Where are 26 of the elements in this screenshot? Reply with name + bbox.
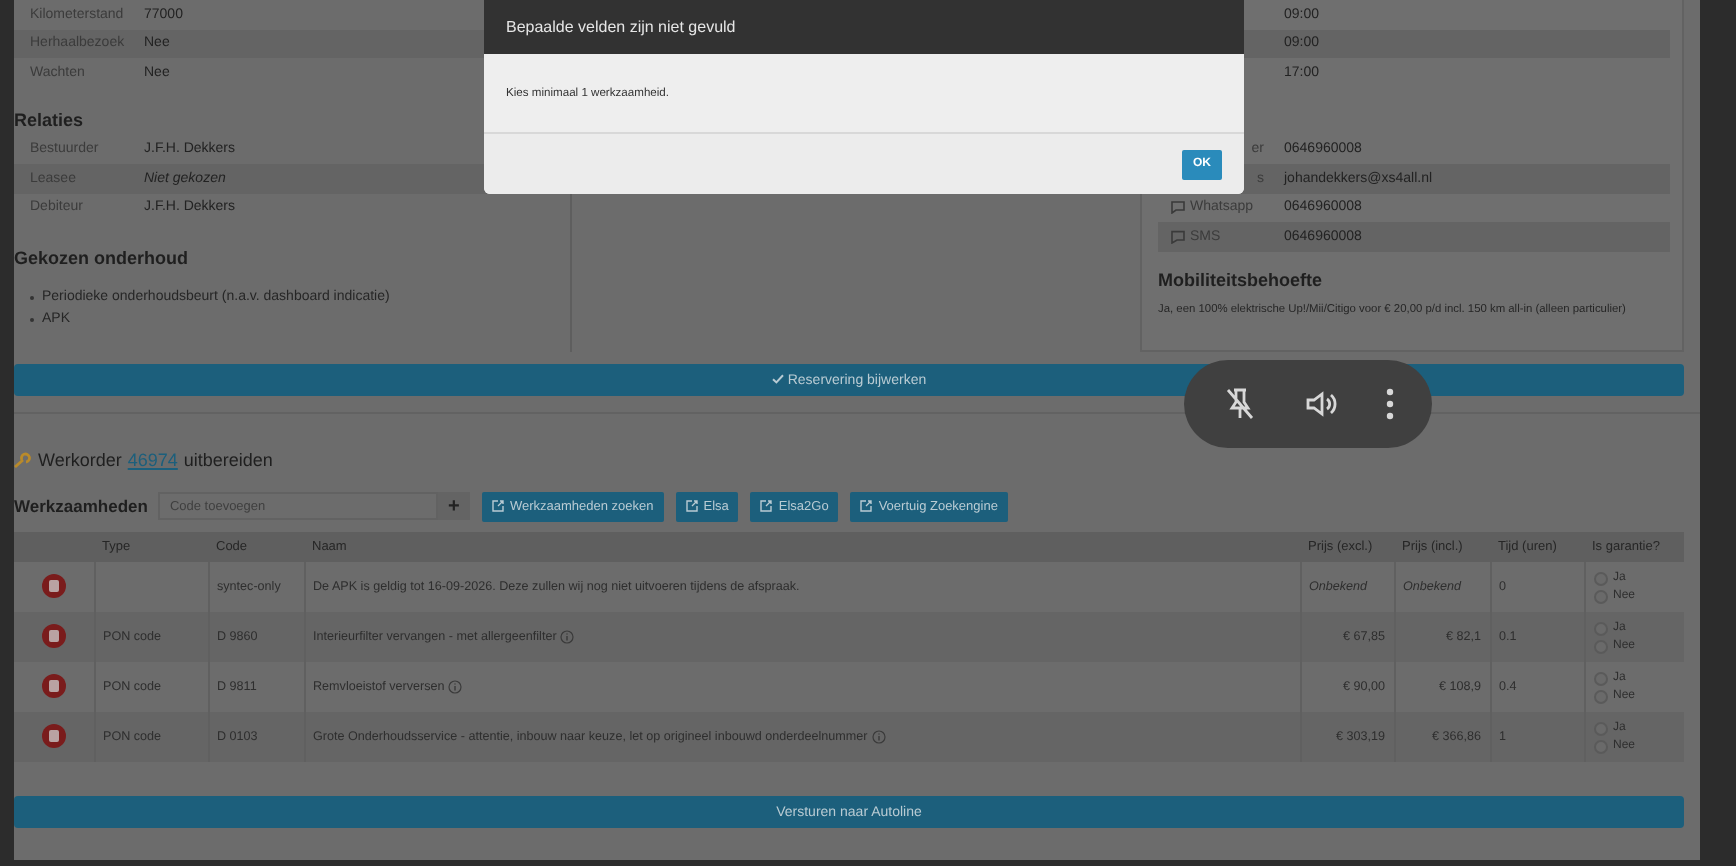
delete-button[interactable]	[41, 623, 66, 647]
more-options-icon[interactable]	[1385, 388, 1394, 420]
section-heading: Mobiliteitsbehoefte	[1158, 269, 1323, 289]
info-icon[interactable]	[448, 680, 463, 694]
check-icon	[771, 373, 784, 383]
external-link-icon	[760, 500, 773, 512]
chat-icon	[1170, 200, 1186, 215]
section-heading: Gekozen onderhoud	[14, 248, 189, 268]
delete-button[interactable]	[41, 723, 66, 747]
toolbar-label: Werkzaamheden	[14, 496, 148, 516]
external-link-icon	[685, 500, 698, 512]
external-link-icon	[491, 500, 504, 512]
dialog-title: Bepaalde velden zijn niet gevuld	[506, 18, 736, 36]
section-title: Werkorder	[38, 450, 122, 470]
wrench-icon	[14, 452, 32, 468]
pin-off-icon[interactable]	[1222, 386, 1259, 422]
external-link-icon	[860, 500, 873, 512]
message-icon	[1170, 229, 1186, 244]
add-button[interactable]: +	[437, 492, 470, 520]
info-icon[interactable]	[871, 730, 886, 744]
section-title: uitbereiden	[183, 450, 273, 470]
delete-button[interactable]	[41, 673, 66, 697]
delete-button[interactable]	[41, 573, 66, 597]
info-icon[interactable]	[560, 630, 575, 644]
section-heading: Relaties	[14, 109, 84, 129]
speaker-icon[interactable]	[1303, 386, 1340, 422]
